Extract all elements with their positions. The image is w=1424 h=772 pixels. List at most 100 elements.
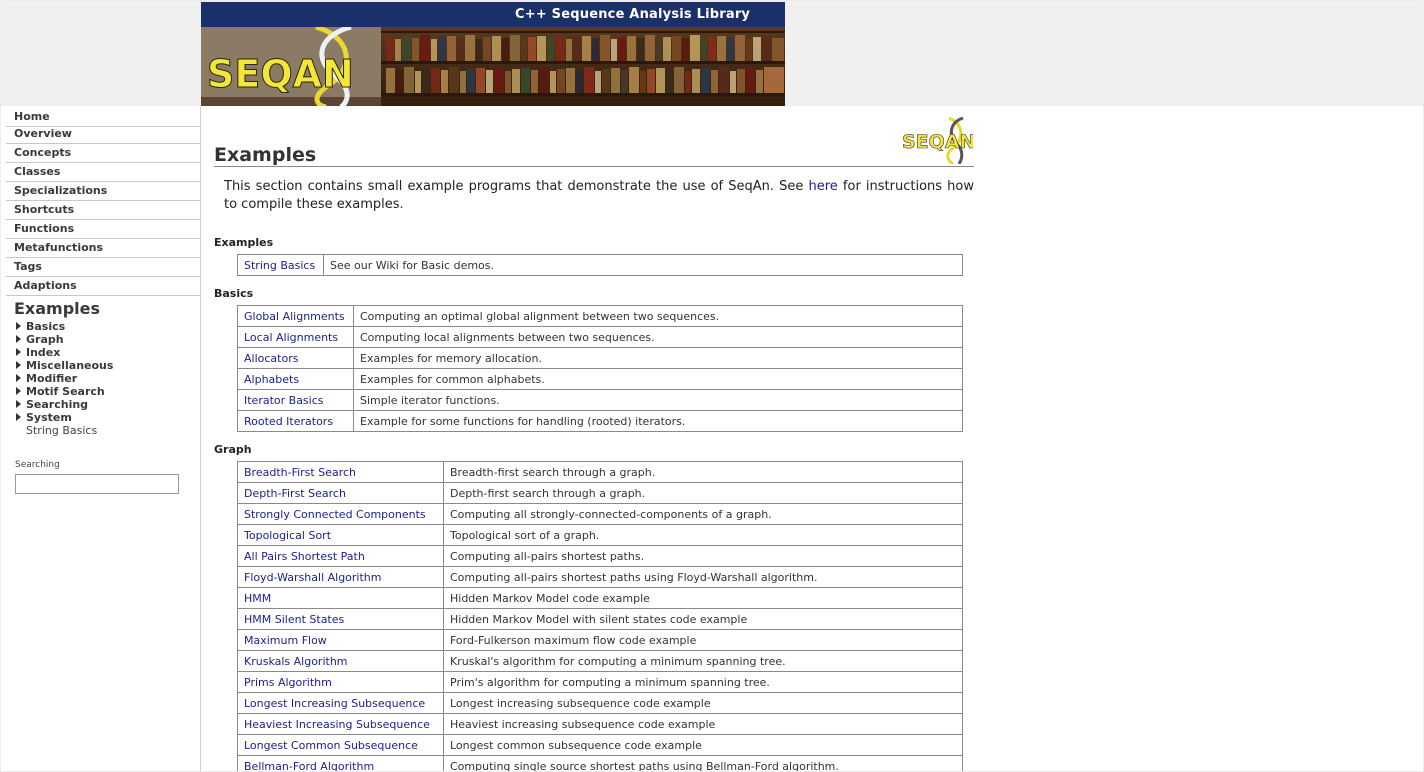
- example-description: Computing all-pairs shortest paths using…: [443, 566, 963, 588]
- table-row: Heaviest Increasing Subsequence Heaviest …: [237, 713, 963, 735]
- example-link[interactable]: String Basics: [237, 254, 324, 276]
- example-description: Computing all strongly-connected-compone…: [443, 503, 963, 525]
- example-description: Examples for memory allocation.: [353, 347, 963, 369]
- nav-sub-modifier[interactable]: Modifier: [16, 372, 77, 385]
- nav-tags[interactable]: Tags: [6, 258, 201, 277]
- example-link[interactable]: Global Alignments: [237, 305, 354, 327]
- banner-title: C++ Sequence Analysis Library: [201, 2, 785, 27]
- example-link[interactable]: Alphabets: [237, 368, 354, 390]
- nav-sub-graph[interactable]: Graph: [16, 333, 64, 346]
- nav-adaptions[interactable]: Adaptions: [6, 277, 201, 296]
- table-row: Strongly Connected Components Computing a…: [237, 503, 963, 525]
- site-banner: C++ Sequence Analysis Library SEQAN: [201, 2, 785, 107]
- nav-sub-index[interactable]: Index: [16, 346, 60, 359]
- example-description: Hidden Markov Model with silent states c…: [443, 608, 963, 630]
- example-description: Ford-Fulkerson maximum flow code example: [443, 629, 963, 651]
- example-description: Computing all-pairs shortest paths.: [443, 545, 963, 567]
- nav-metafunctions[interactable]: Metafunctions: [6, 239, 201, 258]
- nav-concepts[interactable]: Concepts: [6, 144, 201, 163]
- example-description: Computing local alignments between two s…: [353, 326, 963, 348]
- table-row: Global Alignments Computing an optimal gl…: [237, 305, 963, 327]
- browser-page: C++ Sequence Analysis Library SEQAN Home…: [1, 1, 1423, 771]
- nav-shortcuts[interactable]: Shortcuts: [6, 201, 201, 220]
- compile-instructions-link[interactable]: here: [809, 179, 838, 194]
- example-link[interactable]: All Pairs Shortest Path: [237, 545, 444, 567]
- banner-bookshelf-image: SEQAN: [201, 27, 785, 107]
- example-description: Longest increasing subsequence code exam…: [443, 692, 963, 714]
- nav-classes[interactable]: Classes: [6, 163, 201, 182]
- nav-specializations[interactable]: Specializations: [6, 182, 201, 201]
- nav-sub-miscellaneous[interactable]: Miscellaneous: [16, 359, 113, 372]
- nav-sub-basics[interactable]: Basics: [16, 320, 65, 333]
- example-link[interactable]: Maximum Flow: [237, 629, 444, 651]
- table-row: String Basics See our Wiki for Basic demo…: [237, 254, 963, 276]
- example-description: Breadth-first search through a graph.: [443, 461, 963, 483]
- basics-table: Global Alignments Computing an optimal gl…: [237, 305, 963, 432]
- example-description: Heaviest increasing subsequence code exa…: [443, 713, 963, 735]
- graph-table: Breadth-First Search Breadth-first search…: [237, 461, 963, 771]
- example-description: Example for some functions for handling …: [353, 410, 963, 432]
- expand-triangle-icon: [16, 335, 21, 343]
- example-description: Computing an optimal global alignment be…: [353, 305, 963, 327]
- nav-sub-searching[interactable]: Searching: [16, 398, 88, 411]
- nav-examples-current[interactable]: Examples: [14, 299, 100, 318]
- example-link[interactable]: Heaviest Increasing Subsequence: [237, 713, 444, 735]
- section-heading-graph: Graph: [214, 443, 252, 456]
- sidebar: Home Overview Concepts Classes Specializ…: [6, 106, 201, 771]
- example-link[interactable]: Topological Sort: [237, 524, 444, 546]
- example-description: Depth-first search through a graph.: [443, 482, 963, 504]
- table-row: Depth-First Search Depth-first search thr…: [237, 482, 963, 504]
- table-row: Longest Common Subsequence Longest common…: [237, 734, 963, 756]
- example-link[interactable]: Floyd-Warshall Algorithm: [237, 566, 444, 588]
- page-title: Examples: [214, 144, 317, 166]
- example-link[interactable]: HMM: [237, 587, 444, 609]
- expand-triangle-icon: [16, 400, 21, 408]
- table-row: Prims Algorithm Prim's algorithm for comp…: [237, 671, 963, 693]
- table-row: Iterator Basics Simple iterator functions…: [237, 389, 963, 411]
- example-link[interactable]: Iterator Basics: [237, 389, 354, 411]
- example-link[interactable]: Kruskals Algorithm: [237, 650, 444, 672]
- table-row: Topological Sort Topological sort of a gr…: [237, 524, 963, 546]
- example-link[interactable]: Rooted Iterators: [237, 410, 354, 432]
- example-link[interactable]: Longest Increasing Subsequence: [237, 692, 444, 714]
- example-description: Computing single source shortest paths u…: [443, 755, 963, 771]
- example-link[interactable]: Prims Algorithm: [237, 671, 444, 693]
- table-row: Kruskals Algorithm Kruskal's algorithm fo…: [237, 650, 963, 672]
- example-description: Longest common subsequence code example: [443, 734, 963, 756]
- example-link[interactable]: Strongly Connected Components: [237, 503, 444, 525]
- section-heading-basics: Basics: [214, 287, 254, 300]
- expand-triangle-icon: [16, 348, 21, 356]
- svg-text:SEQAN: SEQAN: [207, 52, 354, 96]
- nav-overview[interactable]: Overview: [6, 125, 201, 144]
- svg-text:SEQAN: SEQAN: [902, 131, 973, 153]
- example-link[interactable]: Breadth-First Search: [237, 461, 444, 483]
- nav-functions[interactable]: Functions: [6, 220, 201, 239]
- title-divider: [214, 166, 974, 167]
- table-row: Alphabets Examples for common alphabets.: [237, 368, 963, 390]
- example-link[interactable]: Depth-First Search: [237, 482, 444, 504]
- table-row: Longest Increasing Subsequence Longest in…: [237, 692, 963, 714]
- example-link[interactable]: Bellman-Ford Algorithm: [237, 755, 444, 771]
- expand-triangle-icon: [16, 374, 21, 382]
- example-link[interactable]: HMM Silent States: [237, 608, 444, 630]
- example-description: Prim's algorithm for computing a minimum…: [443, 671, 963, 693]
- table-row: Maximum Flow Ford-Fulkerson maximum flow …: [237, 629, 963, 651]
- example-link[interactable]: Longest Common Subsequence: [237, 734, 444, 756]
- example-description: Kruskal's algorithm for computing a mini…: [443, 650, 963, 672]
- example-link[interactable]: Allocators: [237, 347, 354, 369]
- expand-triangle-icon: [16, 387, 21, 395]
- table-row: Allocators Examples for memory allocation…: [237, 347, 963, 369]
- nav-sub-string-basics[interactable]: String Basics: [26, 424, 97, 437]
- nav-sub-motif-search[interactable]: Motif Search: [16, 385, 105, 398]
- table-row: Floyd-Warshall Algorithm Computing all-pa…: [237, 566, 963, 588]
- example-description: Simple iterator functions.: [353, 389, 963, 411]
- example-description: Examples for common alphabets.: [353, 368, 963, 390]
- example-link[interactable]: Local Alignments: [237, 326, 354, 348]
- nav-sub-system[interactable]: System: [16, 411, 72, 424]
- example-description: See our Wiki for Basic demos.: [323, 254, 963, 276]
- search-label: Searching: [15, 460, 60, 470]
- table-row: HMM Hidden Markov Model code example: [237, 587, 963, 609]
- search-input[interactable]: [15, 474, 179, 494]
- example-description: Topological sort of a graph.: [443, 524, 963, 546]
- expand-triangle-icon: [16, 322, 21, 330]
